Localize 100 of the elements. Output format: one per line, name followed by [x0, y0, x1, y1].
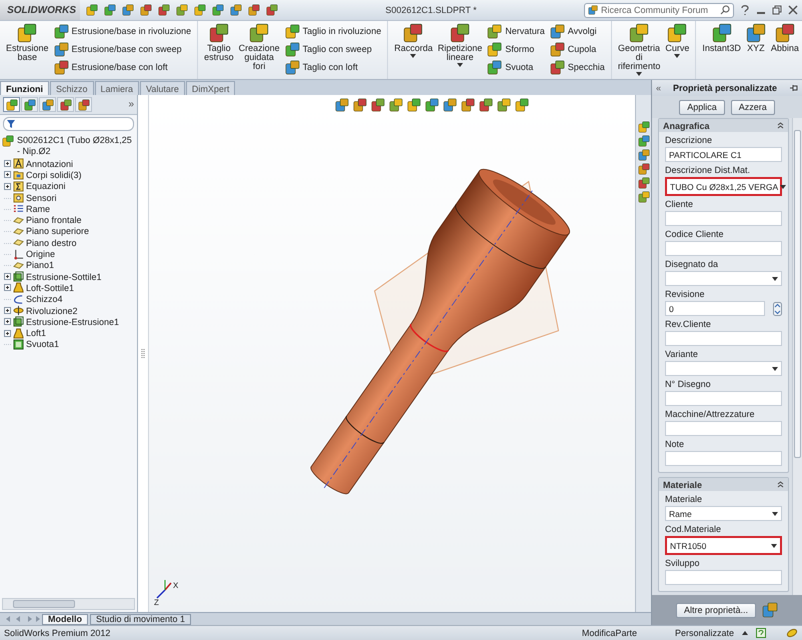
tree-item[interactable]: Sensori [26, 192, 57, 203]
view-tool-icon[interactable] [389, 98, 403, 112]
overflow-chevron[interactable]: » [128, 99, 134, 110]
tree-item[interactable]: Loft1 [26, 328, 46, 338]
ribbon-button[interactable]: Taglio con sweep [284, 41, 382, 57]
expand-toggle-icon[interactable] [4, 160, 11, 168]
splitter-grip-icon[interactable] [141, 348, 145, 360]
command-tab[interactable]: DimXpert [186, 81, 236, 95]
tree-item[interactable]: Piano superiore [26, 226, 90, 236]
ribbon-button[interactable]: Creazione guidata fori [238, 23, 281, 71]
text-field[interactable] [665, 391, 782, 406]
task-pane-tab-icon[interactable] [638, 149, 650, 161]
command-tab[interactable]: Schizzo [50, 81, 94, 95]
command-tab[interactable]: Valutare [140, 81, 185, 95]
panel-tab[interactable] [39, 97, 56, 112]
tree-item[interactable]: Piano frontale [26, 215, 82, 226]
help-icon[interactable] [740, 4, 750, 16]
command-tab[interactable]: Funzioni [0, 81, 49, 95]
pane-button[interactable]: Applica [679, 100, 725, 114]
command-tab[interactable]: Lamiera [94, 81, 140, 95]
tree-item[interactable]: Loft-Sottile1 [26, 282, 74, 293]
spin-buttons-icon[interactable] [773, 302, 782, 316]
task-pane-tab-icon[interactable] [638, 121, 650, 133]
ribbon-button[interactable]: Taglio in rivoluzione [284, 23, 382, 39]
tree-item[interactable]: Piano destro [26, 238, 77, 248]
ribbon-button[interactable]: Sformo [486, 41, 546, 57]
tree-item[interactable]: Corpi solidi(3) [26, 170, 82, 180]
ribbon-button[interactable]: Curve [664, 23, 690, 58]
units-selector[interactable]: Personalizzate [674, 628, 734, 638]
tree-item[interactable]: Estrusione-Estrusione1 [26, 316, 120, 327]
panel-tab[interactable] [75, 97, 92, 112]
toolbar-icon[interactable] [86, 4, 98, 16]
ribbon-button[interactable]: Estrusione/base con sweep [52, 41, 192, 57]
task-pane-tab-icon[interactable] [638, 177, 650, 189]
ribbon-button[interactable]: Svuota [486, 59, 546, 75]
tree-root[interactable]: S002612C1 (Tubo Ø28x1,25 - Nip.Ø2 [17, 135, 135, 157]
ribbon-button[interactable]: Estrusione/base in rivoluzione [52, 23, 192, 39]
expand-toggle-icon[interactable] [4, 284, 11, 292]
ribbon-button[interactable]: XYZ [744, 23, 767, 53]
toolbar-icon[interactable] [122, 4, 134, 16]
tree-item[interactable]: Equazioni [26, 181, 66, 192]
tree-item[interactable]: Piano1 [26, 260, 54, 270]
view-tool-icon[interactable] [407, 98, 421, 112]
collapse-icon[interactable] [777, 122, 784, 129]
ribbon-button[interactable]: Taglio estruso [203, 23, 235, 62]
toolbar-icon[interactable] [194, 4, 206, 16]
ribbon-button[interactable]: Specchia [548, 59, 606, 75]
dropdown-field[interactable]: NTR1050 [665, 536, 782, 555]
view-tool-icon[interactable] [425, 98, 439, 112]
ribbon-button[interactable]: Cupola [548, 41, 606, 57]
tree-item[interactable]: Estrusione-Sottile1 [26, 272, 102, 282]
number-field[interactable]: 0 [665, 301, 765, 316]
toolbar-icon[interactable] [212, 4, 224, 16]
toolbar-icon[interactable] [158, 4, 170, 16]
ribbon-button[interactable]: Estrusione base [5, 23, 50, 62]
toolbar-icon[interactable] [230, 4, 242, 16]
task-pane-tab-icon[interactable] [638, 135, 650, 147]
search-icon[interactable] [720, 5, 730, 15]
view-tool-icon[interactable] [515, 98, 529, 112]
task-pane-tab-icon[interactable] [638, 191, 650, 203]
tree-item[interactable]: Rivoluzione2 [26, 306, 78, 316]
restore-icon[interactable] [772, 5, 782, 15]
model-tab[interactable]: Modello [42, 614, 88, 624]
tree-item[interactable]: Annotazioni [26, 158, 74, 169]
text-field[interactable] [665, 570, 782, 585]
close-icon[interactable] [788, 5, 798, 15]
text-field[interactable] [665, 211, 782, 226]
text-field[interactable] [665, 331, 782, 346]
help-icon[interactable] [756, 628, 766, 638]
expand-toggle-icon[interactable] [4, 171, 11, 178]
toolbar-icon[interactable] [140, 4, 152, 16]
model-tab[interactable]: Studio di movimento 1 [90, 614, 192, 624]
ribbon-button[interactable]: Nervatura [486, 23, 546, 39]
filter-field[interactable] [3, 117, 134, 131]
ribbon-button[interactable]: Raccorda [393, 23, 434, 58]
view-tool-icon[interactable] [497, 98, 511, 112]
dropdown-field[interactable] [665, 271, 782, 286]
expand-toggle-icon[interactable] [4, 318, 11, 326]
pane-button[interactable]: Azzera [730, 100, 775, 114]
ribbon-button[interactable]: Instant3D [701, 23, 742, 53]
vertical-scrollbar[interactable] [792, 118, 802, 595]
view-tool-icon[interactable] [479, 98, 493, 112]
toolbar-icon[interactable] [104, 4, 116, 16]
more-properties-button[interactable]: Altre proprietà... [676, 602, 756, 618]
dropdown-field[interactable] [665, 361, 782, 376]
ribbon-button[interactable]: Ripetizione lineare [436, 23, 484, 67]
ribbon-button[interactable]: Abbina [770, 23, 800, 53]
ribbon-button[interactable]: Avvolgi [548, 23, 606, 39]
panel-tab[interactable] [3, 97, 20, 112]
caret-icon[interactable] [742, 631, 748, 635]
view-tool-icon[interactable] [353, 98, 367, 112]
expand-toggle-icon[interactable] [4, 330, 11, 337]
expand-toggle-icon[interactable] [4, 182, 11, 190]
panel-tab[interactable] [57, 97, 74, 112]
collapse-icon[interactable] [777, 481, 784, 488]
expand-toggle-icon[interactable] [4, 273, 11, 280]
text-field[interactable] [665, 421, 782, 436]
panel-tab[interactable] [21, 97, 38, 112]
tree-item[interactable]: Schizzo4 [26, 294, 63, 304]
text-field[interactable] [665, 451, 782, 466]
